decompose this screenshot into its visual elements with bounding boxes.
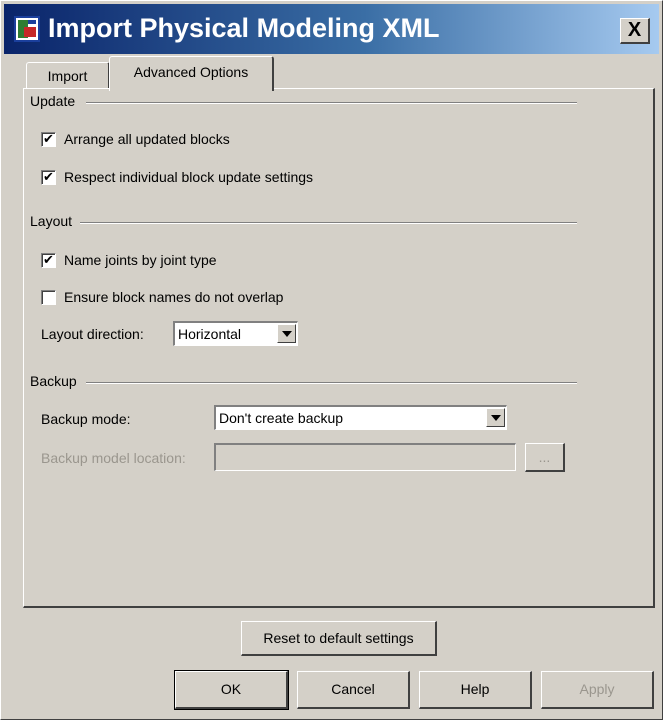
ensure-names-checkbox[interactable] [41, 289, 56, 305]
name-joints-checkbox[interactable]: ✔ [41, 252, 56, 268]
cancel-button[interactable]: Cancel [297, 671, 410, 709]
layout-group-divider [80, 222, 577, 224]
arrange-all-updated-blocks-option[interactable]: ✔ Arrange all updated blocks [41, 130, 230, 148]
layout-direction-select[interactable]: Horizontal [173, 321, 298, 346]
backup-location-label: Backup model location: [41, 450, 186, 466]
backup-mode-label: Backup mode: [41, 411, 131, 427]
update-group-title: Update [30, 93, 78, 109]
window-title: Import Physical Modeling XML [48, 13, 440, 43]
respect-settings-checkbox[interactable]: ✔ [41, 169, 56, 185]
name-joints-label: Name joints by joint type [64, 252, 217, 268]
backup-mode-select[interactable]: Don't create backup [214, 405, 507, 430]
import-xml-dialog: Import Physical Modeling XML X Import Ad… [0, 0, 663, 720]
reset-to-defaults-button[interactable]: Reset to default settings [241, 621, 437, 656]
name-joints-by-type-option[interactable]: ✔ Name joints by joint type [41, 251, 217, 269]
simulink-app-icon [14, 16, 40, 42]
layout-direction-label: Layout direction: [41, 326, 144, 342]
browse-button[interactable]: ... [525, 443, 565, 472]
ensure-names-label: Ensure block names do not overlap [64, 289, 284, 305]
respect-block-update-settings-option[interactable]: ✔ Respect individual block update settin… [41, 168, 313, 186]
backup-mode-value: Don't create backup [219, 410, 344, 426]
tab-import[interactable]: Import [26, 62, 110, 88]
layout-direction-value: Horizontal [178, 326, 242, 342]
advanced-options-panel [23, 88, 655, 608]
backup-group-divider [86, 382, 577, 384]
layout-group-title: Layout [30, 213, 75, 229]
respect-settings-label: Respect individual block update settings [64, 169, 314, 185]
help-button[interactable]: Help [419, 671, 532, 709]
close-button[interactable]: X [620, 18, 650, 44]
title-bar[interactable]: Import Physical Modeling XML X [4, 4, 659, 54]
dropdown-arrow-icon[interactable] [277, 324, 296, 343]
backup-group-title: Backup [30, 373, 79, 389]
ok-button[interactable]: OK [174, 670, 289, 710]
dropdown-arrow-icon[interactable] [486, 408, 505, 427]
backup-location-field[interactable] [214, 443, 516, 471]
arrange-all-label: Arrange all updated blocks [64, 131, 230, 147]
tab-advanced-options[interactable]: Advanced Options [109, 56, 274, 91]
ensure-block-names-no-overlap-option[interactable]: Ensure block names do not overlap [41, 288, 283, 306]
arrange-all-checkbox[interactable]: ✔ [41, 131, 56, 147]
update-group-divider [86, 102, 577, 104]
apply-button[interactable]: Apply [541, 671, 654, 709]
